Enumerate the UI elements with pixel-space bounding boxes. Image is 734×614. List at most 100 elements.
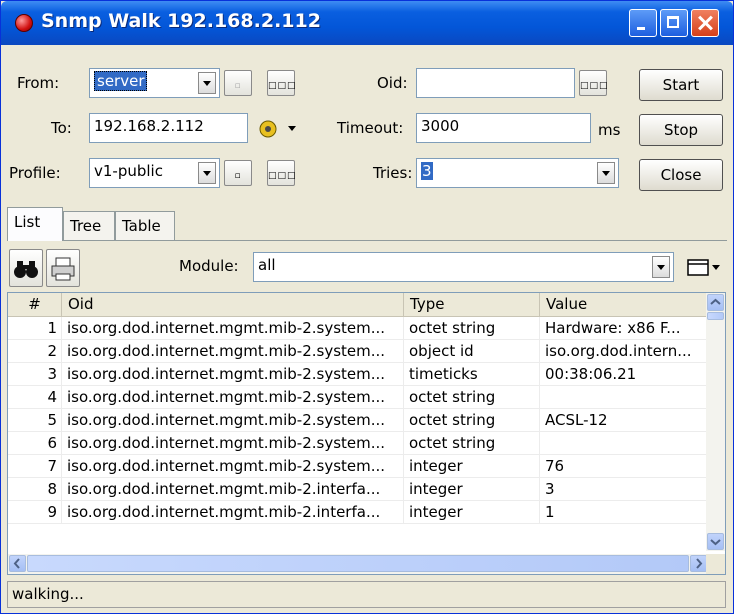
cell-type: timeticks xyxy=(404,363,540,386)
chevron-down-icon[interactable] xyxy=(198,72,216,94)
printer-icon xyxy=(51,257,75,281)
chevron-up-icon xyxy=(710,298,721,305)
maximize-button[interactable] xyxy=(660,9,688,37)
cell-number: 1 xyxy=(8,317,62,340)
timeout-input[interactable]: 3000 xyxy=(416,113,591,143)
column-header-type[interactable]: Type xyxy=(404,293,540,317)
binoculars-icon xyxy=(14,261,38,278)
cell-number: 6 xyxy=(8,432,62,455)
chevron-down-icon[interactable] xyxy=(198,162,216,184)
profile-browse-button[interactable]: □□□ xyxy=(267,160,297,186)
scroll-down-button[interactable] xyxy=(707,533,724,550)
network-icon xyxy=(259,120,296,138)
table-row[interactable]: 1 iso.org.dod.internet.mgmt.mib-2.system.… xyxy=(8,317,708,340)
start-button[interactable]: Start xyxy=(639,69,723,101)
app-icon xyxy=(15,14,33,32)
dots-icon: □□□ xyxy=(268,171,297,181)
chevron-down-icon[interactable] xyxy=(597,162,615,184)
cell-value: 76 xyxy=(540,455,708,478)
cell-type: integer xyxy=(404,501,540,524)
chevron-right-icon xyxy=(696,558,703,569)
column-header-oid[interactable]: Oid xyxy=(62,293,404,317)
cell-value: 3 xyxy=(540,478,708,501)
stop-button[interactable]: Stop xyxy=(639,114,723,146)
cell-oid: iso.org.dod.internet.mgmt.mib-2.system..… xyxy=(62,340,404,363)
tries-select[interactable]: 3 xyxy=(416,158,619,188)
cell-value: ACSL-12 xyxy=(540,409,708,432)
results-table[interactable]: # Oid Type Value 1 iso.org.dod.internet.m… xyxy=(7,292,726,575)
network-scan-button[interactable] xyxy=(254,117,306,141)
status-bar: walking... xyxy=(7,581,726,608)
find-button[interactable] xyxy=(9,249,43,287)
cell-type: octet string xyxy=(404,409,540,432)
from-browse-button[interactable]: □□□ xyxy=(267,70,297,96)
scroll-left-button[interactable] xyxy=(9,555,26,572)
cell-value: 00:38:06.21 xyxy=(540,363,708,386)
chevron-left-icon xyxy=(13,558,20,569)
close-window-button[interactable] xyxy=(691,9,719,37)
cell-value xyxy=(540,432,708,455)
timeout-unit: ms xyxy=(598,121,621,139)
to-input[interactable]: 192.168.2.112 xyxy=(89,113,248,143)
module-label: Module: xyxy=(179,257,239,275)
print-button[interactable] xyxy=(46,249,80,287)
column-header-value[interactable]: Value xyxy=(540,293,708,317)
from-select[interactable]: server xyxy=(89,68,220,98)
tries-value: 3 xyxy=(421,162,433,180)
cell-number: 9 xyxy=(8,501,62,524)
close-button[interactable]: Close xyxy=(639,159,723,191)
cell-oid: iso.org.dod.internet.mgmt.mib-2.system..… xyxy=(62,455,404,478)
oid-browse-button[interactable]: □□□ xyxy=(579,70,609,96)
column-header-number[interactable]: # xyxy=(8,293,62,317)
horizontal-scrollbar[interactable] xyxy=(8,554,708,574)
scroll-right-button[interactable] xyxy=(690,555,707,572)
cell-number: 3 xyxy=(8,363,62,386)
profile-small-button[interactable]: ▫ xyxy=(224,160,252,186)
module-select[interactable]: all xyxy=(253,252,674,282)
cell-type: octet string xyxy=(404,432,540,455)
to-label: To: xyxy=(51,119,72,137)
cell-value: iso.org.dod.intern... xyxy=(540,340,708,363)
columns-icon xyxy=(687,259,720,276)
window-title: Snmp Walk 192.168.2.112 xyxy=(41,10,321,32)
profile-select[interactable]: v1-public xyxy=(89,158,220,188)
columns-button[interactable] xyxy=(682,252,726,282)
cell-value: Hardware: x86 F... xyxy=(540,317,708,340)
table-row[interactable]: 3 iso.org.dod.internet.mgmt.mib-2.system.… xyxy=(8,363,708,386)
cell-number: 2 xyxy=(8,340,62,363)
oid-input[interactable] xyxy=(416,68,575,98)
cell-type: octet string xyxy=(404,317,540,340)
table-row[interactable]: 9 iso.org.dod.internet.mgmt.mib-2.interfa… xyxy=(8,501,708,524)
horizontal-scroll-thumb[interactable] xyxy=(27,555,689,572)
cell-oid: iso.org.dod.internet.mgmt.mib-2.system..… xyxy=(62,432,404,455)
table-row[interactable]: 8 iso.org.dod.internet.mgmt.mib-2.interfa… xyxy=(8,478,708,501)
cell-number: 4 xyxy=(8,386,62,409)
table-row[interactable]: 5 iso.org.dod.internet.mgmt.mib-2.system.… xyxy=(8,409,708,432)
cell-type: object id xyxy=(404,340,540,363)
table-row[interactable]: 2 iso.org.dod.internet.mgmt.mib-2.system.… xyxy=(8,340,708,363)
timeout-label: Timeout: xyxy=(337,119,404,137)
vertical-scroll-thumb[interactable] xyxy=(707,312,724,320)
minimize-button[interactable] xyxy=(629,9,657,37)
cell-number: 5 xyxy=(8,409,62,432)
oid-label: Oid: xyxy=(377,74,408,92)
cell-value: 1 xyxy=(540,501,708,524)
table-row[interactable]: 7 iso.org.dod.internet.mgmt.mib-2.system.… xyxy=(8,455,708,478)
from-value: server xyxy=(94,71,148,91)
snmp-walk-window: Snmp Walk 192.168.2.112 From: server ▫ □… xyxy=(0,0,734,614)
tab-table[interactable]: Table xyxy=(115,211,175,241)
cell-oid: iso.org.dod.internet.mgmt.mib-2.system..… xyxy=(62,386,404,409)
dots-icon: □□□ xyxy=(268,81,297,91)
table-row[interactable]: 6 iso.org.dod.internet.mgmt.mib-2.system.… xyxy=(8,432,708,455)
tab-list[interactable]: List xyxy=(7,207,63,241)
title-bar[interactable]: Snmp Walk 192.168.2.112 xyxy=(1,1,733,45)
dots-icon: □□□ xyxy=(580,81,609,91)
from-small-button[interactable]: ▫ xyxy=(224,70,252,96)
vertical-scrollbar[interactable] xyxy=(706,293,725,551)
profile-label: Profile: xyxy=(9,164,61,182)
from-label: From: xyxy=(17,74,60,92)
chevron-down-icon[interactable] xyxy=(652,256,670,278)
tab-tree[interactable]: Tree xyxy=(63,211,115,241)
table-row[interactable]: 4 iso.org.dod.internet.mgmt.mib-2.system.… xyxy=(8,386,708,409)
scroll-up-button[interactable] xyxy=(707,294,724,311)
